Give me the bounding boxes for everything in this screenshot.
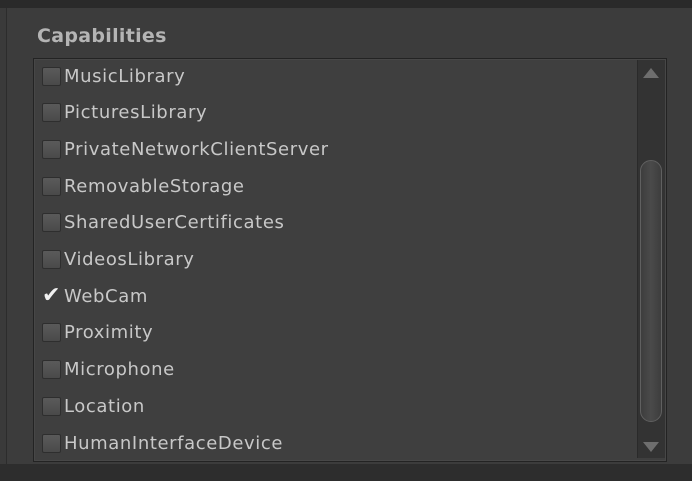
capability-item[interactable]: Microphone — [42, 355, 175, 385]
capability-label: HumanInterfaceDevice — [64, 432, 284, 454]
capability-checkbox[interactable] — [42, 213, 61, 233]
capability-item[interactable]: RemovableStorage — [42, 171, 245, 201]
capability-item[interactable]: MusicLibrary — [42, 61, 185, 91]
capability-label: SharedUserCertificates — [64, 212, 285, 234]
capability-item[interactable]: ✔ WebCam — [42, 281, 148, 311]
vertical-scrollbar[interactable] — [637, 60, 665, 458]
capability-label: MusicLibrary — [64, 65, 186, 87]
capability-checkbox[interactable]: ✔ — [42, 283, 61, 308]
top-divider — [0, 0, 692, 8]
capability-checkbox[interactable] — [42, 103, 61, 123]
capability-label: Location — [64, 395, 145, 417]
capability-label: PicturesLibrary — [64, 102, 208, 124]
checkmark-icon: ✔ — [42, 282, 61, 308]
capability-checkbox[interactable] — [42, 250, 61, 269]
bottom-divider — [0, 464, 692, 481]
capabilities-list[interactable]: MusicLibrary PicturesLibrary PrivateNetwor… — [33, 58, 667, 462]
capability-checkbox[interactable] — [42, 396, 61, 416]
capability-checkbox[interactable] — [42, 66, 61, 86]
capability-checkbox[interactable] — [42, 176, 61, 196]
capability-label: RemovableStorage — [64, 175, 245, 197]
capability-label: Microphone — [64, 359, 175, 381]
capability-item[interactable]: PrivateNetworkClientServer — [42, 134, 329, 164]
capability-checkbox[interactable] — [42, 323, 61, 343]
capability-checkbox[interactable] — [42, 360, 61, 380]
scroll-down-arrow-icon[interactable] — [643, 442, 659, 452]
capability-label: PrivateNetworkClientServer — [64, 138, 329, 160]
capability-item[interactable]: SharedUserCertificates — [42, 208, 284, 238]
section-title: Capabilities — [37, 25, 167, 47]
capability-label: Proximity — [64, 322, 154, 344]
capability-label: VideosLibrary — [64, 249, 195, 270]
capability-item[interactable]: HumanInterfaceDevice — [42, 428, 283, 458]
scroll-up-arrow-icon[interactable] — [643, 68, 659, 78]
capability-checkbox[interactable] — [42, 139, 61, 159]
capability-item[interactable]: Location — [42, 391, 145, 421]
capability-label: WebCam — [64, 285, 148, 307]
capability-checkbox[interactable] — [42, 433, 61, 453]
scroll-thumb[interactable] — [640, 160, 662, 422]
capability-item[interactable]: PicturesLibrary — [42, 98, 207, 128]
capability-item[interactable]: VideosLibrary — [42, 245, 195, 275]
capability-item[interactable]: Proximity — [42, 318, 153, 348]
